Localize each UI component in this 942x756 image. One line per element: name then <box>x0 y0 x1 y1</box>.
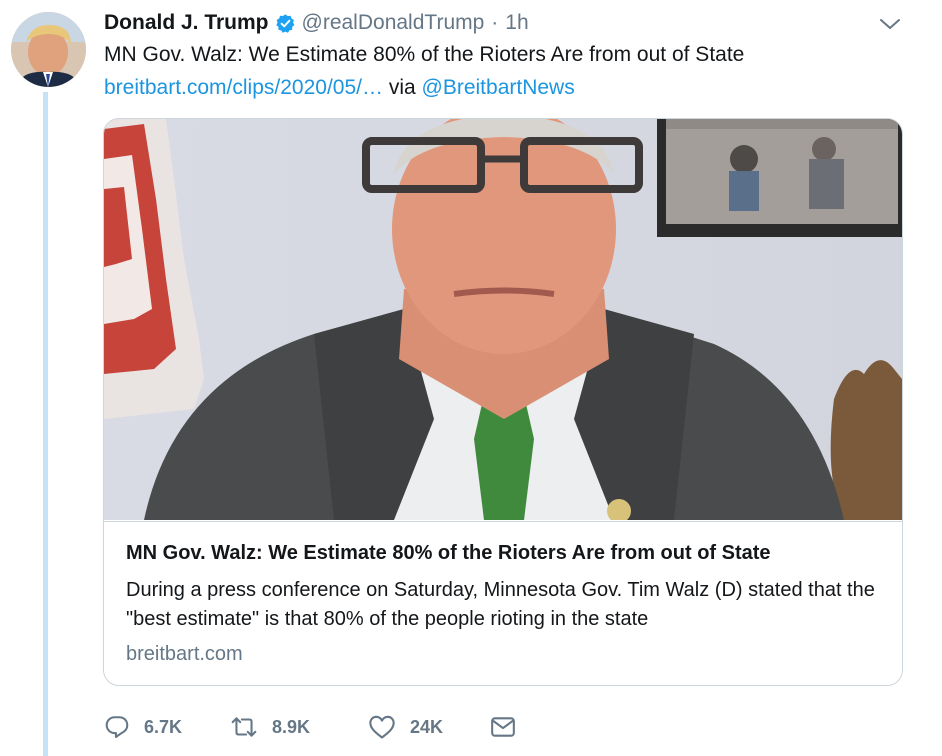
user-handle[interactable]: @realDonaldTrump <box>302 11 485 35</box>
tweet-text: MN Gov. Walz: We Estimate 80% of the Rio… <box>104 43 745 66</box>
card-body: MN Gov. Walz: We Estimate 80% of the Rio… <box>104 521 902 685</box>
like-button[interactable]: 24K <box>368 714 490 740</box>
tweet-actions: 6.7K 8.9K 24K <box>104 710 530 744</box>
separator-dot: · <box>491 11 499 34</box>
card-title: MN Gov. Walz: We Estimate 80% of the Rio… <box>126 542 771 564</box>
avatar-photo <box>11 12 86 87</box>
chevron-down-icon[interactable] <box>878 14 902 34</box>
reply-button[interactable]: 6.7K <box>104 714 230 740</box>
avatar[interactable] <box>11 12 86 87</box>
timestamp[interactable]: 1h <box>505 11 528 35</box>
reply-icon <box>104 714 144 740</box>
via-handle-link[interactable]: @BreitbartNews <box>422 76 575 99</box>
retweet-count: 8.9K <box>272 716 311 737</box>
article-link[interactable]: breitbart.com/clips/2020/05/… <box>104 76 383 99</box>
display-name[interactable]: Donald J. Trump <box>104 11 269 35</box>
card-description: During a press conference on Saturday, M… <box>126 579 875 630</box>
card-domain: breitbart.com <box>126 643 243 665</box>
tweet-link-line: breitbart.com/clips/2020/05/… via @Breit… <box>104 73 575 102</box>
envelope-icon <box>490 715 530 739</box>
link-card[interactable]: MN Gov. Walz: We Estimate 80% of the Rio… <box>103 118 903 686</box>
thread-line <box>43 92 48 756</box>
retweet-icon <box>230 714 272 740</box>
reply-count: 6.7K <box>144 716 183 737</box>
retweet-button[interactable]: 8.9K <box>230 714 368 740</box>
verified-badge-icon <box>275 13 296 34</box>
via-label: via <box>388 76 416 99</box>
tweet-header: Donald J. Trump @realDonaldTrump · 1h <box>104 9 529 37</box>
direct-message-button[interactable] <box>490 715 530 739</box>
heart-icon <box>368 714 410 740</box>
card-image <box>104 119 902 523</box>
like-count: 24K <box>410 716 444 737</box>
